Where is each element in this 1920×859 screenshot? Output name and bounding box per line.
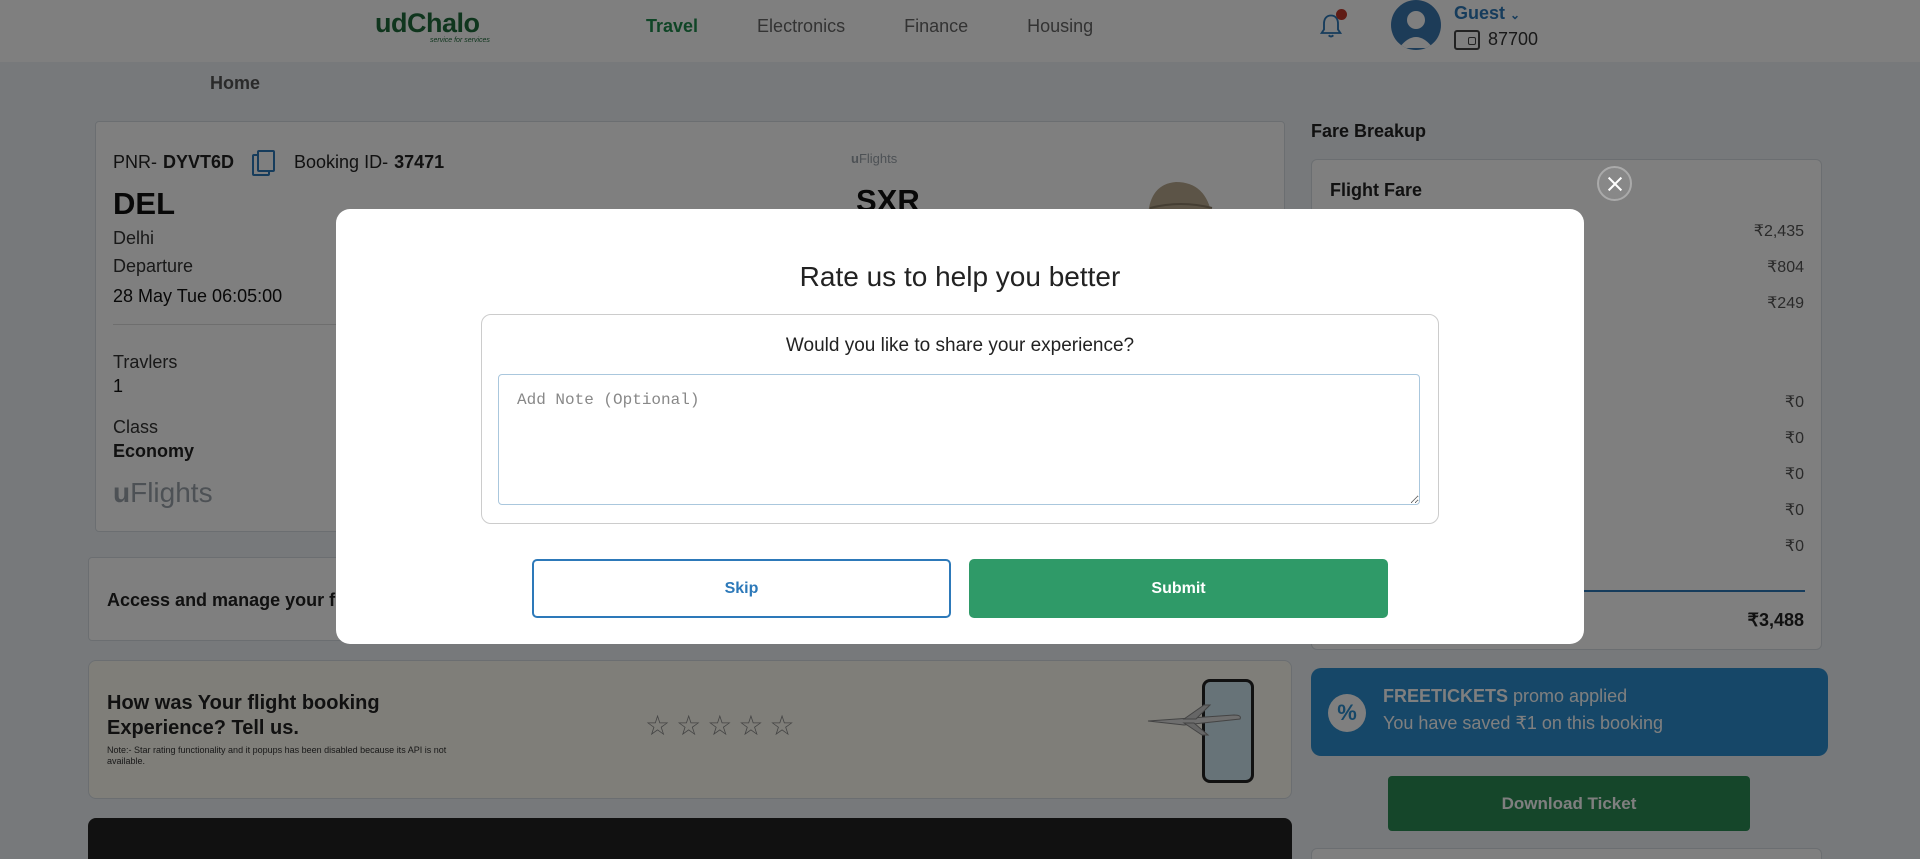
note-input[interactable]	[498, 374, 1420, 505]
skip-button[interactable]: Skip	[532, 559, 951, 618]
submit-button[interactable]: Submit	[969, 559, 1388, 618]
modal-title: Rate us to help you better	[799, 261, 1121, 292]
feedback-question: Would you like to share your experience?	[785, 335, 1135, 356]
close-icon[interactable]	[1597, 166, 1632, 201]
feedback-box: Would you like to share your experience?	[481, 314, 1439, 524]
rating-modal: Rate us to help you better Would you lik…	[336, 209, 1584, 644]
